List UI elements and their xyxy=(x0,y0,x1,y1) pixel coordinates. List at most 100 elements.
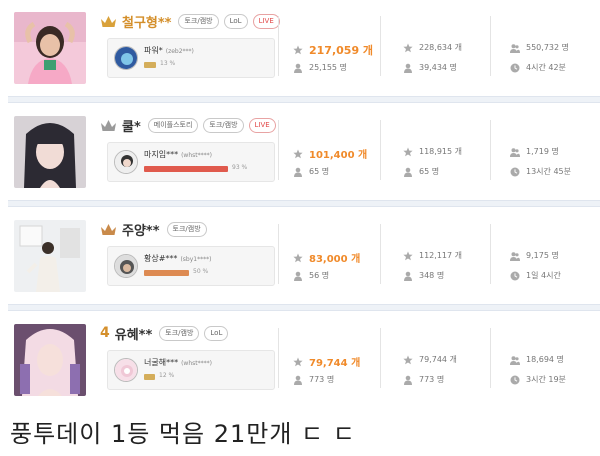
ranking-row-2[interactable]: 쿨* 메이플스토리 토크/캠방 LIVE 마지임*** (whst****) 93… xyxy=(8,108,600,204)
star-icon xyxy=(293,149,303,158)
divider xyxy=(490,224,491,284)
row-separator xyxy=(8,304,600,311)
fan-id: (sby1****) xyxy=(180,256,212,263)
broadcaster-thumbnail[interactable] xyxy=(14,220,86,292)
category-tag[interactable]: 토크/캠방 xyxy=(166,221,207,237)
person-icon xyxy=(294,63,302,73)
fan-share-bar xyxy=(144,374,155,380)
top-fan-box: 너굴해*** (whst****) 12 % xyxy=(107,350,275,390)
divider xyxy=(490,120,491,180)
total-viewers-stat: 773 명 xyxy=(403,374,444,385)
divider xyxy=(278,328,279,388)
viewers-stat: 25,155 명 xyxy=(293,62,347,73)
fan-name: 파워* (zeb2***) xyxy=(144,46,194,55)
person-icon xyxy=(404,271,412,281)
category-tag[interactable]: 토크/캠방 xyxy=(159,325,200,341)
fan-share-percent: 13 % xyxy=(160,60,176,67)
star-icon xyxy=(403,147,413,156)
divider xyxy=(490,16,491,76)
airtime-stat: 1일 4시간 xyxy=(510,270,561,281)
fan-name: 황상#*** (sby1****) xyxy=(144,254,212,263)
fan-share-percent: 93 % xyxy=(232,164,248,171)
fans-icon xyxy=(510,355,520,365)
person-icon xyxy=(294,271,302,281)
divider xyxy=(278,16,279,76)
ranking-row-1[interactable]: 철구형** 토크/캠방 LoL LIVE 파워* (zeb2***) 13 % 2… xyxy=(8,4,600,100)
broadcaster-name[interactable]: 유혜** xyxy=(115,324,153,343)
star-icon xyxy=(293,357,303,366)
divider xyxy=(278,224,279,284)
ranking-row-4[interactable]: 4 유혜** 토크/캠방 LoL 너굴해*** (whst****) 12 % 7… xyxy=(8,316,600,412)
star-icon xyxy=(403,43,413,52)
fan-avatar xyxy=(114,150,138,174)
rank-number: 4 xyxy=(100,325,110,341)
category-tag[interactable]: 메이플스토리 xyxy=(147,117,199,133)
fans-stat: 550,732 명 xyxy=(510,42,569,53)
row-separator xyxy=(8,200,600,207)
divider xyxy=(380,224,381,284)
star-icon xyxy=(403,355,413,364)
fan-name: 마지임*** (whst****) xyxy=(144,150,212,159)
star-icon xyxy=(293,253,303,262)
broadcaster-name[interactable]: 쿨* xyxy=(122,116,141,135)
fans-stat: 18,694 명 xyxy=(510,354,564,365)
crown-icon xyxy=(101,119,116,131)
clock-icon xyxy=(510,271,520,280)
fans-icon xyxy=(510,251,520,261)
fan-avatar xyxy=(114,254,138,278)
person-icon xyxy=(404,63,412,73)
clock-icon xyxy=(510,167,520,176)
broadcaster-name-line: 쿨* 메이플스토리 토크/캠방 LIVE xyxy=(100,114,276,136)
top-fan-box: 마지임*** (whst****) 93 % xyxy=(107,142,275,182)
broadcaster-name-line: 4 유혜** 토크/캠방 LoL xyxy=(100,322,229,344)
total-viewers-stat: 348 명 xyxy=(403,270,444,281)
balloons-stat: 217,059 개 xyxy=(293,42,373,58)
divider xyxy=(490,328,491,388)
ranking-row-3[interactable]: 주양** 토크/캠방 황상#*** (sby1****) 50 % 83,000 … xyxy=(8,212,600,308)
viewers-stat: 773 명 xyxy=(293,374,334,385)
category-tag[interactable]: 토크/캠방 xyxy=(203,117,244,133)
fan-id: (zeb2***) xyxy=(165,48,194,55)
fan-share-bar xyxy=(144,62,156,68)
divider xyxy=(380,16,381,76)
person-icon xyxy=(294,375,302,385)
airtime-stat: 4시간 42분 xyxy=(510,62,566,73)
fan-share-bar-track xyxy=(144,62,234,68)
balloons-stat: 79,744 개 xyxy=(293,354,360,369)
balloons-stat: 101,400 개 xyxy=(293,146,367,161)
broadcaster-name-line: 철구형** 토크/캠방 LoL LIVE xyxy=(100,10,280,32)
live-badge[interactable]: LIVE xyxy=(248,117,276,133)
star-icon xyxy=(403,251,413,260)
top-fan-box: 파워* (zeb2***) 13 % xyxy=(107,38,275,78)
category-tag[interactable]: LoL xyxy=(223,13,248,29)
total-viewers-stat: 39,434 명 xyxy=(403,62,457,73)
person-icon xyxy=(294,167,302,177)
total-balloons-stat: 228,634 개 xyxy=(403,42,462,53)
broadcaster-thumbnail[interactable] xyxy=(14,116,86,188)
row-separator xyxy=(8,96,600,103)
broadcaster-thumbnail[interactable] xyxy=(14,324,86,396)
clock-icon xyxy=(510,375,520,384)
total-balloons-stat: 112,117 개 xyxy=(403,250,462,261)
fan-share-bar-track xyxy=(144,270,234,276)
fan-share-bar xyxy=(144,270,189,276)
fan-share-percent: 50 % xyxy=(193,268,209,275)
divider xyxy=(380,120,381,180)
category-tag[interactable]: LoL xyxy=(204,325,229,341)
divider xyxy=(278,120,279,180)
fan-name: 너굴해*** (whst****) xyxy=(144,358,212,367)
category-tag[interactable]: 토크/캠방 xyxy=(178,13,219,29)
divider xyxy=(380,328,381,388)
live-badge[interactable]: LIVE xyxy=(252,13,280,29)
fan-share-bar-track xyxy=(144,374,234,380)
airtime-stat: 13시간 45분 xyxy=(510,166,571,177)
caption-text: 풍투데이 1등 먹음 21만개 ㄷ ㄷ xyxy=(10,420,356,448)
fans-stat: 9,175 명 xyxy=(510,250,559,261)
broadcaster-name[interactable]: 철구형** xyxy=(122,12,171,31)
fan-id: (whst****) xyxy=(181,152,212,159)
person-icon xyxy=(404,167,412,177)
broadcaster-thumbnail[interactable] xyxy=(14,12,86,84)
fan-id: (whst****) xyxy=(181,360,212,367)
broadcaster-name[interactable]: 주양** xyxy=(122,220,160,239)
star-icon xyxy=(293,45,303,55)
